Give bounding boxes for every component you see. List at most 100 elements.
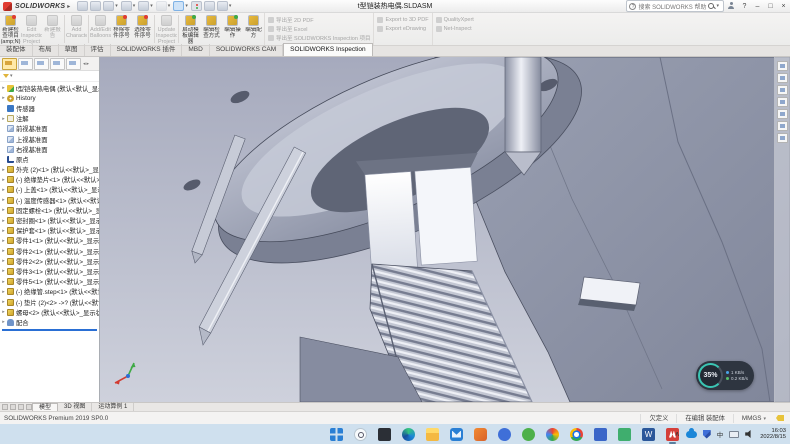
print-icon-dropdown[interactable]: ▾	[150, 3, 153, 9]
select-icon-dropdown[interactable]: ▾	[185, 3, 188, 9]
tree-filter-row[interactable]: ▾	[0, 71, 99, 82]
tree-item[interactable]: ▸零件3<1> (默认<<默认>_显示状	[0, 266, 99, 276]
tab-评估[interactable]: 评估	[85, 44, 111, 56]
remove-balloons-button[interactable]: 移除零件序号	[111, 13, 132, 45]
tree-item[interactable]: ▸固定螺栓<1> (默认<<默认>_显示状	[0, 205, 99, 215]
open-icon[interactable]	[103, 1, 114, 11]
expand-arrow-icon[interactable]: ▸	[0, 319, 7, 325]
units-dropdown-icon[interactable]: ▾	[763, 416, 766, 422]
tab-装配体[interactable]: 装配体	[0, 44, 33, 56]
chrome-icon[interactable]	[570, 428, 583, 441]
rollback-bar[interactable]	[2, 329, 97, 331]
tab-solidworks-插件[interactable]: SOLIDWORKS 插件	[111, 44, 183, 56]
security-shield-icon[interactable]	[703, 430, 711, 439]
start-button[interactable]	[330, 428, 343, 441]
display-settings-icon[interactable]	[204, 1, 215, 11]
store-icon[interactable]	[474, 428, 487, 441]
expand-arrow-icon[interactable]: ▸	[0, 207, 7, 213]
tree-item[interactable]: 原点	[0, 154, 99, 164]
launch-template-editor-button[interactable]: 启动模板编辑器	[180, 13, 201, 45]
word-icon[interactable]	[642, 428, 655, 441]
new-inspection-project-button[interactable]: 新建检查项目 (amp;N)	[0, 13, 21, 45]
units-selector[interactable]: MMGS▾	[733, 414, 774, 423]
expand-arrow-icon[interactable]: ▸	[0, 238, 7, 244]
save-icon-dropdown[interactable]: ▾	[133, 3, 136, 9]
app-green-circle-icon[interactable]	[522, 428, 535, 441]
tree-item[interactable]: ▸螺母<2> (默认<<默认>_显示状态	[0, 307, 99, 317]
doc-tab-3D-视图[interactable]: 3D 视图	[58, 403, 92, 411]
expand-arrow-icon[interactable]: ▸	[0, 167, 7, 173]
options-gear-icon-dropdown[interactable]: ▾	[229, 3, 232, 9]
tree-item[interactable]: 前视基准面	[0, 124, 99, 134]
undo-icon-dropdown[interactable]: ▾	[168, 3, 171, 9]
tree-item[interactable]: ▸(-) 绝缘垫片<1> (默认<<默认>_显示	[0, 175, 99, 185]
feature-manager-tab[interactable]	[2, 58, 17, 70]
tree-item[interactable]: 传感器	[0, 103, 99, 113]
ime-indicator[interactable]: 中	[717, 429, 724, 439]
close-button[interactable]: ×	[777, 3, 790, 10]
pane-split-control[interactable]	[2, 404, 8, 410]
pane-split-control[interactable]	[10, 404, 16, 410]
mail-icon[interactable]	[450, 428, 463, 441]
tree-item[interactable]: ▸零件5<1> (默认<<默认>_显示状	[0, 277, 99, 287]
edge-icon[interactable]	[402, 428, 415, 441]
touch-keyboard-icon[interactable]	[729, 431, 739, 438]
tree-item[interactable]: ▸零件2<2> (默认<<默认>_显示状	[0, 256, 99, 266]
edit-recipe-button[interactable]: 编辑配方	[243, 13, 264, 45]
tree-item[interactable]: 右视基准面	[0, 144, 99, 154]
help-search-box[interactable]: ? 搜索 SOLIDWORKS 帮助 ▾	[626, 0, 724, 12]
manager-tabs-next-icon[interactable]: ▸	[87, 61, 90, 67]
select-icon[interactable]	[173, 1, 184, 11]
file-explorer-icon[interactable]	[426, 428, 439, 441]
green-s-app-icon[interactable]	[618, 428, 631, 441]
filter-funnel-icon[interactable]	[3, 74, 9, 78]
tree-item[interactable]: ▸注解	[0, 114, 99, 124]
tab-布局[interactable]: 布局	[33, 44, 59, 56]
expand-arrow-icon[interactable]: ▸	[0, 187, 7, 193]
tab-mbd[interactable]: MBD	[182, 44, 209, 56]
tab-solidworks-inspection[interactable]: SOLIDWORKS Inspection	[283, 43, 373, 56]
configuration-manager-tab[interactable]	[34, 58, 49, 70]
tree-item[interactable]: ▸密封圈<1> (默认<<默认>_显示状	[0, 215, 99, 225]
expand-arrow-icon[interactable]: ▸	[0, 177, 7, 183]
pane-split-control[interactable]	[18, 404, 24, 410]
options-gear-icon[interactable]	[217, 1, 228, 11]
filter-dropdown-icon[interactable]: ▾	[10, 73, 13, 79]
color-wheel-app-icon[interactable]	[546, 428, 559, 441]
open-icon-dropdown[interactable]: ▾	[115, 3, 118, 9]
expand-arrow-icon[interactable]: ▸	[0, 299, 7, 305]
dimxpert-manager-tab[interactable]	[50, 58, 65, 70]
print-icon[interactable]	[138, 1, 149, 11]
tree-item[interactable]: ▸保护套<1> (默认<<默认>_显示状	[0, 226, 99, 236]
app-blue-circle-icon[interactable]	[498, 428, 511, 441]
tree-item[interactable]: ▸(-) 温度传感器<1> (默认<<默认>_	[0, 195, 99, 205]
tree-item[interactable]: ▸零件2<1> (默认<<默认>_显示状	[0, 246, 99, 256]
tree-item[interactable]: ▸(-) 绝缘管.step<1> (默认<<默认	[0, 287, 99, 297]
volume-icon[interactable]	[745, 430, 754, 438]
edit-operation-button[interactable]: 编辑操作	[222, 13, 243, 45]
task-pane-appearances-icon[interactable]	[777, 109, 788, 119]
clock[interactable]: 16:03 2022/8/15	[760, 428, 786, 441]
task-pane-toolbox-icon[interactable]	[777, 97, 788, 107]
expand-arrow-icon[interactable]: ▸	[0, 279, 7, 285]
tree-item[interactable]: ▸外壳 (2)<1> (默认<<默认>_显示状	[0, 165, 99, 175]
home-icon[interactable]	[77, 1, 88, 11]
tree-item[interactable]: ▸配合	[0, 317, 99, 327]
select-balloons-button[interactable]: 选择零件序号	[132, 13, 153, 45]
tree-item[interactable]: 上视基准面	[0, 134, 99, 144]
onedrive-icon[interactable]	[686, 431, 697, 438]
graphics-viewport[interactable]: 35% 1 KB/s 0.2 KB/s	[100, 57, 790, 402]
minimize-button[interactable]: –	[751, 3, 764, 10]
task-pane-design-library-icon[interactable]	[777, 73, 788, 83]
edit-inspection-method-button[interactable]: 编辑检查方式	[201, 13, 222, 45]
sign-in-user-icon[interactable]	[727, 2, 735, 10]
net-speed-widget[interactable]: 35% 1 KB/s 0.2 KB/s	[696, 361, 754, 390]
search-button[interactable]	[354, 428, 367, 441]
menu-expand-arrow-icon[interactable]: ▸	[67, 3, 70, 10]
expand-arrow-icon[interactable]: ▸	[0, 85, 7, 91]
tab-solidworks-cam[interactable]: SOLIDWORKS CAM	[210, 44, 283, 56]
task-pane-home-icon[interactable]	[777, 61, 788, 71]
undo-icon[interactable]	[156, 1, 167, 11]
notes-app-icon[interactable]	[594, 428, 607, 441]
tree-item[interactable]: ▸t型铠装热电偶 (默认<默认_显示状态-1>)	[0, 83, 99, 93]
